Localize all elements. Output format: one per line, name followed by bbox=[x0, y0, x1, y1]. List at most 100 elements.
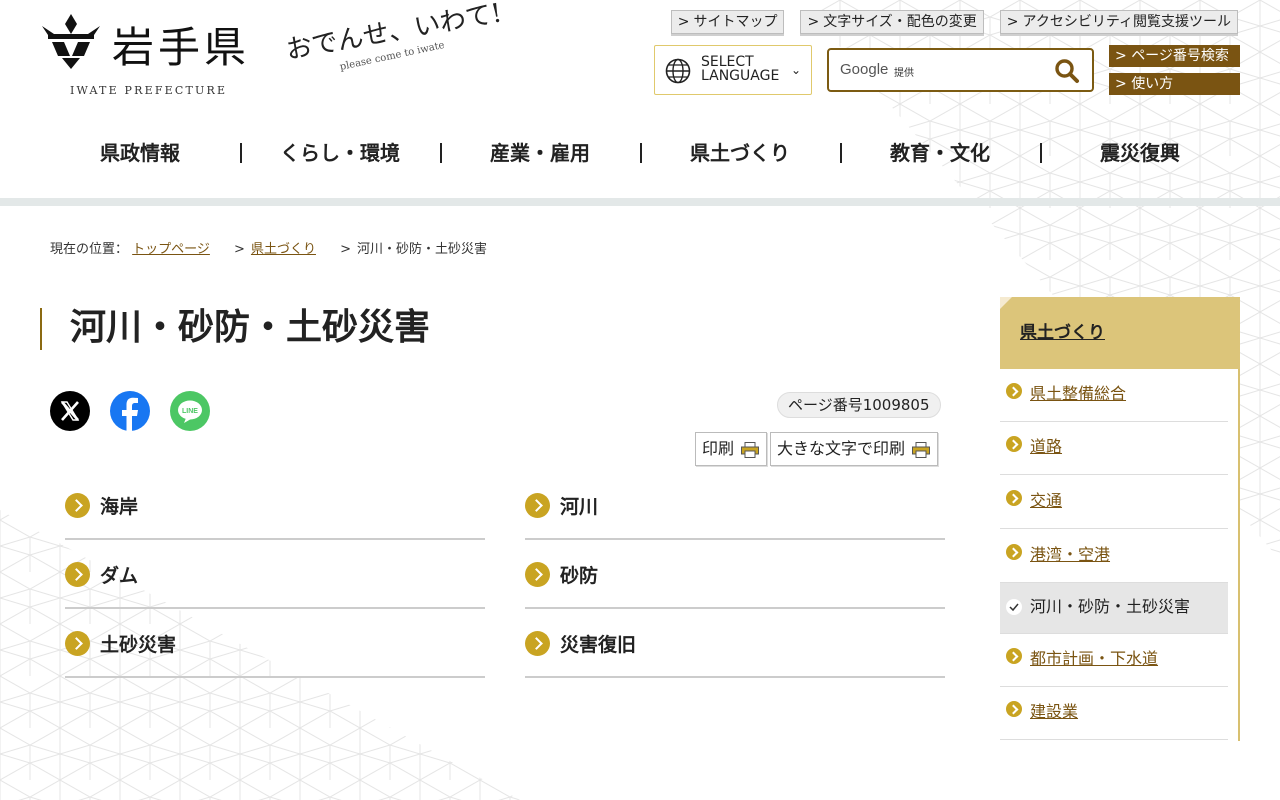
gnav-item-living[interactable]: くらし・環境 bbox=[240, 128, 440, 178]
how-to-use-button[interactable]: > 使い方 bbox=[1109, 73, 1240, 95]
category-link-label: 災害復旧 bbox=[560, 633, 637, 656]
gnav-item-recovery[interactable]: 震災復興 bbox=[1040, 128, 1240, 178]
print-large-button[interactable]: 大きな文字で印刷 bbox=[770, 432, 939, 466]
svg-text:LINE: LINE bbox=[182, 408, 198, 415]
check-icon bbox=[1006, 599, 1022, 615]
text-size-color-label: 文字サイズ・配色の変更 bbox=[823, 14, 977, 30]
gnav-item-industry[interactable]: 産業・雇用 bbox=[440, 128, 640, 178]
x-share-button[interactable] bbox=[50, 391, 90, 431]
side-nav-item[interactable]: 道路 bbox=[1000, 422, 1228, 475]
chevron-right-icon: > bbox=[1006, 14, 1019, 30]
chevron-right-icon bbox=[65, 630, 90, 656]
breadcrumb-link-top[interactable]: トップページ bbox=[132, 242, 210, 257]
side-nav-heading-link[interactable]: 県土づくり bbox=[1020, 323, 1105, 343]
global-nav: 県政情報 くらし・環境 産業・雇用 県土づくり 教育・文化 震災復興 bbox=[40, 128, 1240, 178]
chevron-right-icon bbox=[525, 492, 550, 518]
side-nav-heading: 県土づくり bbox=[1000, 297, 1240, 369]
side-nav-item-label: 港湾・空港 bbox=[1030, 545, 1111, 564]
share-buttons: LINE bbox=[50, 391, 210, 431]
gnav-item-education[interactable]: 教育・文化 bbox=[840, 128, 1040, 178]
side-nav-item[interactable]: 建設業 bbox=[1000, 687, 1228, 740]
side-nav-item[interactable]: 交通 bbox=[1000, 476, 1228, 529]
language-label: SELECT LANGUAGE bbox=[701, 55, 791, 83]
site-logo[interactable]: 岩手県 IWATE PREFECTURE bbox=[40, 12, 280, 102]
category-link-coast[interactable]: 海岸 bbox=[65, 472, 485, 540]
side-nav-item-current[interactable]: 河川・砂防・土砂災害 bbox=[1000, 583, 1228, 634]
category-link-dam[interactable]: ダム bbox=[65, 541, 485, 609]
side-nav-item-label: 建設業 bbox=[1030, 702, 1079, 721]
language-label-line1: SELECT bbox=[701, 54, 754, 70]
breadcrumb-prefix: 現在の位置： bbox=[50, 242, 129, 257]
category-link-label: 海岸 bbox=[100, 495, 139, 518]
chevron-right-icon bbox=[65, 492, 90, 518]
how-to-use-label: 使い方 bbox=[1131, 76, 1174, 92]
site-header: 岩手県 IWATE PREFECTURE おでんせ、いわて! please co… bbox=[0, 0, 1280, 200]
breadcrumb-separator: > bbox=[234, 242, 245, 257]
page-number-search-label: ページ番号検索 bbox=[1131, 48, 1229, 64]
side-nav-list: 県土整備総合 道路 交通 港湾・空港 河川・砂防・土砂災害 都市計画・下水道 建… bbox=[1000, 369, 1240, 741]
site-search: Google 提供 bbox=[827, 48, 1094, 92]
prefecture-emblem-icon bbox=[42, 14, 100, 69]
category-link-label: 砂防 bbox=[560, 564, 599, 587]
language-label-line2: LANGUAGE bbox=[701, 68, 780, 84]
text-size-color-link[interactable]: > 文字サイズ・配色の変更 bbox=[800, 10, 984, 34]
page-number-badge: ページ番号1009805 bbox=[777, 392, 941, 418]
side-nav-item-label: 道路 bbox=[1030, 437, 1063, 456]
print-button[interactable]: 印刷 bbox=[695, 432, 768, 466]
side-nav-item[interactable]: 都市計画・下水道 bbox=[1000, 634, 1228, 687]
gnav-item-policy[interactable]: 県政情報 bbox=[40, 128, 240, 178]
globe-icon bbox=[665, 58, 691, 84]
side-nav-item-label: 交通 bbox=[1030, 491, 1063, 510]
x-icon bbox=[60, 401, 80, 421]
category-link-erosion-control[interactable]: 砂防 bbox=[525, 541, 945, 609]
line-icon: LINE bbox=[178, 400, 202, 423]
catchphrase: おでんせ、いわて! please come to iwate bbox=[284, 0, 526, 88]
chevron-right-icon bbox=[1006, 383, 1022, 399]
line-share-button[interactable]: LINE bbox=[170, 391, 210, 431]
chevron-right-icon bbox=[1006, 490, 1022, 506]
side-nav-item-label: 県土整備総合 bbox=[1030, 384, 1127, 403]
chevron-right-icon bbox=[1006, 701, 1022, 717]
breadcrumb-link-infrastructure[interactable]: 県土づくり bbox=[251, 242, 316, 257]
category-link-label: 土砂災害 bbox=[100, 633, 177, 656]
page-title: 河川・砂防・土砂災害 bbox=[40, 308, 430, 350]
language-selector[interactable]: SELECT LANGUAGE ⌄ bbox=[654, 45, 812, 95]
side-nav-item[interactable]: 港湾・空港 bbox=[1000, 530, 1228, 583]
chevron-down-icon: ⌄ bbox=[790, 63, 801, 77]
printer-icon bbox=[741, 442, 760, 458]
gnav-item-infrastructure[interactable]: 県土づくり bbox=[640, 128, 840, 178]
side-nav-item[interactable]: 県土整備総合 bbox=[1000, 369, 1228, 422]
print-label: 印刷 bbox=[702, 439, 735, 458]
search-icon[interactable] bbox=[1054, 58, 1080, 84]
print-large-label: 大きな文字で印刷 bbox=[777, 439, 906, 458]
chevron-right-icon bbox=[1006, 544, 1022, 560]
header-divider bbox=[0, 198, 1280, 206]
side-nav: 県土づくり 県土整備総合 道路 交通 港湾・空港 河川・砂防・土砂災害 都市計画… bbox=[1000, 297, 1240, 741]
chevron-right-icon bbox=[525, 561, 550, 587]
printer-icon bbox=[912, 442, 931, 458]
search-input[interactable] bbox=[837, 56, 1037, 84]
chevron-right-icon: > bbox=[677, 14, 690, 30]
chevron-right-icon bbox=[65, 561, 90, 587]
utility-links: > サイトマップ > 文字サイズ・配色の変更 > アクセシビリティ閲覧支援ツール bbox=[670, 10, 1238, 34]
category-link-label: 河川 bbox=[560, 495, 599, 518]
side-nav-item-label: 河川・砂防・土砂災害 bbox=[1030, 597, 1191, 616]
category-link-label: ダム bbox=[100, 564, 139, 587]
chevron-right-icon bbox=[525, 630, 550, 656]
side-nav-corner bbox=[1000, 297, 1012, 309]
sitemap-label: サイトマップ bbox=[693, 14, 778, 30]
chevron-right-icon: > bbox=[807, 14, 820, 30]
category-link-disaster-recovery[interactable]: 災害復旧 bbox=[525, 610, 945, 678]
logo-text-en: IWATE PREFECTURE bbox=[70, 84, 228, 97]
facebook-share-button[interactable] bbox=[110, 391, 150, 431]
accessibility-tool-link[interactable]: > アクセシビリティ閲覧支援ツール bbox=[999, 10, 1238, 34]
category-link-river[interactable]: 河川 bbox=[525, 472, 945, 540]
side-nav-item-label: 都市計画・下水道 bbox=[1030, 649, 1159, 668]
logo-text-jp: 岩手県 bbox=[112, 23, 251, 72]
chevron-right-icon bbox=[1006, 436, 1022, 452]
page-number-search-button[interactable]: > ページ番号検索 bbox=[1109, 45, 1240, 67]
breadcrumb-current: 河川・砂防・土砂災害 bbox=[357, 242, 488, 257]
sitemap-link[interactable]: > サイトマップ bbox=[670, 10, 785, 34]
breadcrumb-separator: > bbox=[340, 242, 352, 257]
category-link-landslide[interactable]: 土砂災害 bbox=[65, 610, 485, 678]
